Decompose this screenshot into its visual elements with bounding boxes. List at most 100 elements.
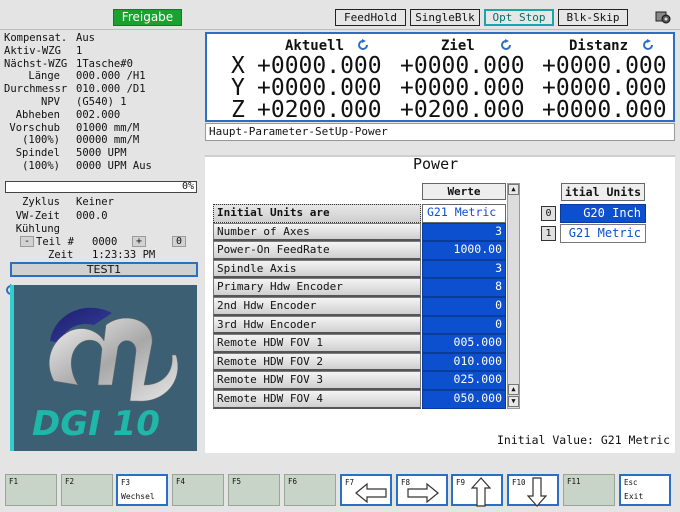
fkey-label: F10 — [512, 478, 526, 487]
axis-header-aktuell: Aktuell — [285, 38, 345, 54]
program-progress-bar: 0% — [5, 181, 197, 193]
parameter-value[interactable]: 025.000 — [422, 371, 506, 390]
cycle-label: Kühlung — [15, 223, 60, 235]
info-value: 002.000 — [76, 108, 121, 121]
fkey-f1-button[interactable]: F1 — [5, 474, 57, 506]
axis-label: X — [231, 53, 245, 79]
axis-ziel-value: +0000.000 — [400, 75, 525, 101]
parameter-value[interactable]: 005.000 — [422, 334, 506, 353]
axis-label: Z — [231, 97, 245, 123]
parameter-value[interactable]: 0 — [422, 297, 506, 316]
fkey-f5-button[interactable]: F5 — [228, 474, 280, 506]
refresh-icon[interactable] — [500, 39, 512, 51]
fkey-f10-button[interactable]: F10 — [507, 474, 559, 507]
part-counter: - Teil # 0000 + 0 — [4, 236, 202, 249]
info-value: 01000 mm/M — [76, 121, 140, 134]
fkey-label: F3 — [121, 478, 131, 487]
fkey-f6-button[interactable]: F6 — [284, 474, 336, 506]
info-value: 000.000 /H1 — [76, 70, 146, 83]
parameter-row[interactable]: 2nd Hdw Encoder 0 — [213, 297, 506, 316]
parameter-name: Spindle Axis — [213, 259, 421, 279]
time-row: Zeit 1:23:33 PM — [4, 249, 202, 262]
axis-distanz-value: +0000.000 — [542, 97, 667, 123]
parameter-value[interactable]: 0 — [422, 315, 506, 335]
option-item[interactable]: 0 G20 Inch — [539, 204, 647, 223]
info-value: 1Tasche#0 — [76, 57, 133, 70]
parameter-row[interactable]: Primary Hdw Encoder 8 — [213, 278, 506, 297]
cycle-row: Zyklus Keiner — [4, 196, 202, 210]
parameter-row[interactable]: Number of Axes 3 — [213, 222, 506, 242]
parameter-row[interactable]: Remote HDW FOV 4 050.000 — [213, 390, 506, 409]
scroll-down-arrow-icon[interactable]: ▼ — [508, 396, 519, 407]
parameter-row[interactable]: Remote HDW FOV 3 025.000 — [213, 371, 506, 390]
settings-icon[interactable] — [655, 10, 671, 24]
parameter-value[interactable]: 010.000 — [422, 352, 506, 372]
parameter-value[interactable]: 3 — [422, 222, 506, 242]
option-index: 1 — [541, 226, 556, 241]
parameter-name: Remote HDW FOV 4 — [213, 390, 421, 409]
cycle-value: Keiner — [76, 196, 114, 208]
info-value: Aus — [76, 32, 95, 44]
parameter-name: Remote HDW FOV 1 — [213, 334, 421, 353]
parameter-value[interactable]: 8 — [422, 278, 506, 297]
fkey-f2-button[interactable]: F2 — [61, 474, 113, 506]
breadcrumb: Haupt-Parameter-SetUp-Power — [205, 123, 675, 141]
fkey-f3-button[interactable]: F3 Wechsel — [116, 474, 168, 506]
fkey-f11-button[interactable]: F11 — [563, 474, 615, 506]
part-count-box: 0 — [172, 236, 186, 247]
fkey-esc-button[interactable]: Esc Exit — [619, 474, 671, 506]
parameter-row[interactable]: Power-On FeedRate 1000.00 — [213, 241, 506, 260]
axis-ziel-value: +0000.000 — [400, 53, 525, 79]
option-index: 0 — [541, 206, 556, 221]
info-row: (100%) 00000 mm/M — [4, 134, 202, 147]
opt-stop-button[interactable]: Opt Stop — [484, 9, 554, 26]
info-row: Spindel 5000 UPM — [4, 147, 202, 160]
scroll-up-arrow-icon[interactable]: ▲ — [508, 184, 519, 195]
parameter-value[interactable]: 3 — [422, 259, 506, 279]
program-name-field[interactable]: TEST1 — [10, 262, 198, 277]
info-label: Kompensat. — [4, 32, 68, 44]
refresh-icon[interactable] — [642, 39, 654, 51]
info-row: Nächst-WZG 1Tasche#0 — [4, 58, 202, 71]
axis-aktuell-value: +0200.000 — [257, 97, 382, 123]
parameter-row[interactable]: Remote HDW FOV 2 010.000 — [213, 352, 506, 372]
initial-value-text: Initial Value: G21 Metric — [497, 433, 671, 447]
blk-skip-button[interactable]: Blk-Skip — [558, 9, 628, 26]
parameter-value[interactable]: G21 Metric — [422, 204, 506, 223]
axis-distanz-value: +0000.000 — [542, 75, 667, 101]
axis-ziel-value: +0200.000 — [400, 97, 525, 123]
singleblk-button[interactable]: SingleBlk — [410, 9, 480, 26]
fkey-label: Esc — [624, 478, 638, 487]
axis-aktuell-value: +0000.000 — [257, 75, 382, 101]
fkey-f8-button[interactable]: F8 — [396, 474, 448, 506]
info-row: Kompensat. Aus — [4, 32, 202, 45]
parameter-row[interactable]: 3rd Hdw Encoder 0 — [213, 315, 506, 335]
parameter-value[interactable]: 1000.00 — [422, 241, 506, 260]
scroll-up-arrow-icon[interactable]: ▲ — [508, 384, 519, 395]
part-increment-button[interactable]: + — [132, 236, 146, 247]
axis-aktuell-value: +0000.000 — [257, 53, 382, 79]
part-decrement-button[interactable]: - — [20, 236, 34, 247]
fkey-label: F4 — [176, 477, 186, 486]
grid-scrollbar[interactable]: ▲ ▲ ▼ — [507, 183, 520, 409]
option-label: G20 Inch — [560, 204, 646, 223]
parameter-row[interactable]: Remote HDW FOV 1 005.000 — [213, 334, 506, 353]
info-row: NPV (G540) 1 — [4, 96, 202, 109]
info-row: (100%) 0000 UPM Aus — [4, 160, 202, 173]
fkey-f4-button[interactable]: F4 — [172, 474, 224, 506]
option-item[interactable]: 1 G21 Metric — [539, 224, 647, 243]
info-label: (100%) — [22, 159, 60, 172]
info-label: Durchmessr — [4, 83, 68, 96]
info-label: NPV — [41, 95, 60, 108]
axis-label: Y — [231, 75, 245, 101]
parameter-row[interactable]: Spindle Axis 3 — [213, 259, 506, 279]
parameter-value[interactable]: 050.000 — [422, 390, 506, 409]
part-counter-value: 0000 — [92, 236, 118, 248]
refresh-icon[interactable] — [357, 39, 369, 51]
fkey-f9-button[interactable]: F9 — [451, 474, 503, 507]
feedhold-button[interactable]: FeedHold — [335, 9, 406, 26]
fkey-f7-button[interactable]: F7 — [340, 474, 392, 506]
axis-header-ziel: Ziel — [441, 38, 475, 54]
parameter-row[interactable]: Initial Units are G21 Metric — [213, 204, 506, 223]
info-value: (G540) 1 — [76, 95, 127, 108]
